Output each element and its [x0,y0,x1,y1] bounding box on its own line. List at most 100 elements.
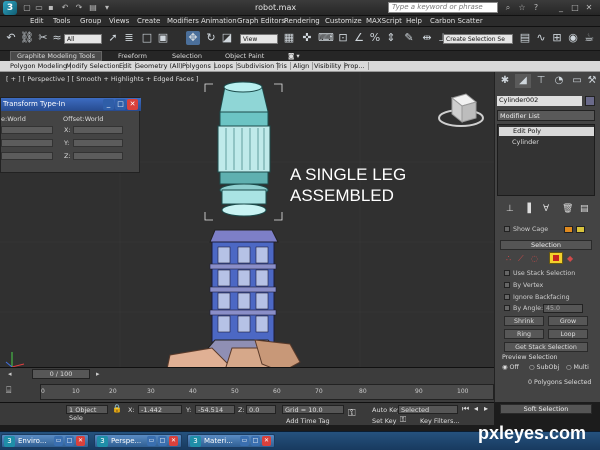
maximize-icon[interactable]: □ [570,3,580,12]
time-slider[interactable]: 0 / 100 [32,369,90,379]
panel-edit[interactable]: Edit [119,62,136,70]
taskbar-item-environment[interactable]: 3 Enviro... ▭ □ ✕ [1,434,89,448]
object-name-field[interactable]: Cylinder002 [497,96,582,106]
set-key-button[interactable]: Set Key [372,417,397,425]
open-file-icon[interactable]: ▭ [34,3,44,12]
new-file-icon[interactable]: ▢ [22,3,32,12]
restore-icon[interactable]: ▭ [240,436,249,446]
panel-align[interactable]: Align [293,62,314,70]
tab-selection[interactable]: Selection [172,52,202,60]
modifier-list-dropdown[interactable]: Modifier List [497,110,595,121]
material-editor-icon[interactable]: ◉ [566,31,580,45]
viewcube-icon[interactable] [438,93,484,127]
percent-snap-icon[interactable]: % [368,31,382,45]
remove-modifier-icon[interactable]: 🗑 [562,204,573,214]
absolute-z-field[interactable] [1,152,53,160]
leg-lower-section[interactable] [209,229,279,343]
panel-subdivision[interactable]: Subdivision [237,62,279,70]
redo-icon[interactable]: ↷ [74,3,84,12]
menu-rendering[interactable]: Rendering [284,17,320,25]
time-slider-next-icon[interactable]: ▸ [96,370,100,378]
select-manipulate-icon[interactable]: ✜ [300,31,314,45]
menu-help[interactable]: Help [406,17,422,25]
reference-coordinate-dropdown[interactable]: View [240,34,278,44]
play-icon[interactable]: ▸ [484,404,488,413]
hierarchy-tab-icon[interactable]: ⊤ [533,74,549,88]
close-icon[interactable]: ✕ [584,3,594,12]
named-selection-dropdown[interactable]: Create Selection Se [443,34,513,44]
mini-curve-editor-icon[interactable]: ⌸ [6,386,11,396]
add-time-tag-button[interactable]: Add Time Tag [286,417,330,425]
tab-graphite-modeling-tools[interactable]: Graphite Modeling Tools [10,51,103,61]
create-tab-icon[interactable]: ✱ [497,74,513,88]
menu-modifiers[interactable]: Modifiers [167,17,199,25]
menu-create[interactable]: Create [137,17,160,25]
leg-upper-section[interactable] [217,81,271,217]
tab-object-paint[interactable]: Object Paint [225,52,264,60]
search-icon[interactable]: ⌕ [503,3,513,12]
taskbar-item-perspective[interactable]: 3 Perspe... ▭ □ ✕ [94,434,182,448]
menu-tools[interactable]: Tools [53,17,70,25]
object-color-swatch[interactable] [585,96,595,106]
menu-graph-editors[interactable]: Graph Editors [237,17,285,25]
time-slider-prev-icon[interactable]: ◂ [8,370,12,378]
close-icon[interactable]: ✕ [127,99,138,110]
utilities-tab-icon[interactable]: ⚒ [585,74,599,88]
rotate-icon[interactable]: ↻ [204,31,218,45]
close-icon[interactable]: ✕ [262,436,271,446]
offset-x-field[interactable] [73,126,123,134]
coord-z-field[interactable]: 0.0 [246,405,276,414]
panel-loops[interactable]: Loops [214,62,237,70]
cage-selected-color-swatch[interactable] [576,226,585,233]
menu-customize[interactable]: Customize [325,17,362,25]
grow-button[interactable]: Grow [548,316,588,326]
show-cage-checkbox[interactable] [504,226,510,232]
track-bar[interactable]: 0 10 20 30 40 50 60 70 80 90 100 [40,384,494,400]
ribbon-options-icon[interactable]: ◙ ▾ [288,52,300,60]
get-stack-selection-button[interactable]: Get Stack Selection [504,342,588,352]
edge-subobject-icon[interactable]: ⟋ [518,254,524,264]
key-selection-dropdown[interactable]: Selected [398,405,458,414]
project-folder-icon[interactable]: ▤ [88,3,98,12]
panel-properties[interactable]: Prop... [344,62,369,70]
restore-icon[interactable]: ▭ [54,436,63,446]
render-icon[interactable]: ☕ [582,31,596,45]
viewport-label[interactable]: [ + ] [ Perspective ] [ Smooth + Highlig… [6,75,198,83]
select-object-icon[interactable]: ➚ [106,31,120,45]
select-by-name-icon[interactable]: ≣ [122,31,136,45]
ignore-backfacing-checkbox[interactable] [504,294,510,300]
by-vertex-checkbox[interactable] [504,282,510,288]
shrink-button[interactable]: Shrink [504,316,544,326]
menu-maxscript[interactable]: MAXScript [366,17,402,25]
minimize-icon[interactable]: _ [556,3,566,12]
absolute-y-field[interactable] [1,139,53,147]
vertex-subobject-icon[interactable]: ∴ [506,254,511,263]
soft-selection-rollout-header[interactable]: Soft Selection [500,404,592,414]
offset-z-field[interactable] [73,152,123,160]
use-stack-selection-checkbox[interactable] [504,270,510,276]
schematic-view-icon[interactable]: ⊞ [550,31,564,45]
absolute-x-field[interactable] [1,126,53,134]
stack-item-cylinder[interactable]: Cylinder [512,138,539,146]
coord-y-field[interactable]: -54.514 [195,405,235,414]
menu-views[interactable]: Views [109,17,129,25]
angle-snap-icon[interactable]: ∠ [352,31,366,45]
rectangular-selection-icon[interactable]: □ [140,31,154,45]
help-icon[interactable]: ? [531,3,541,12]
transform-typein-title[interactable]: Transform Type-In _ □ ✕ [1,98,141,111]
maximize-icon[interactable]: □ [115,99,126,110]
selection-rollout-header[interactable]: Selection [500,240,592,250]
tab-freeform[interactable]: Freeform [118,52,147,60]
selection-lock-icon[interactable]: 🔒 [112,404,122,413]
stack-item-edit-poly[interactable]: Edit Poly [499,127,594,136]
preview-off-radio[interactable]: ◉ Off [502,364,519,371]
move-icon[interactable]: ✥ [186,31,200,45]
set-key-icon[interactable]: ⚿ [400,415,406,425]
undo-icon[interactable]: ↶ [60,3,70,12]
loop-button[interactable]: Loop [548,329,588,339]
panel-visibility[interactable]: Visibility [314,62,346,70]
minimize-icon[interactable]: _ [103,99,114,110]
layer-manager-icon[interactable]: ▤ [518,31,532,45]
maximize-icon[interactable]: □ [158,436,167,446]
panel-modify-selection[interactable]: Modify Selection [66,62,124,70]
